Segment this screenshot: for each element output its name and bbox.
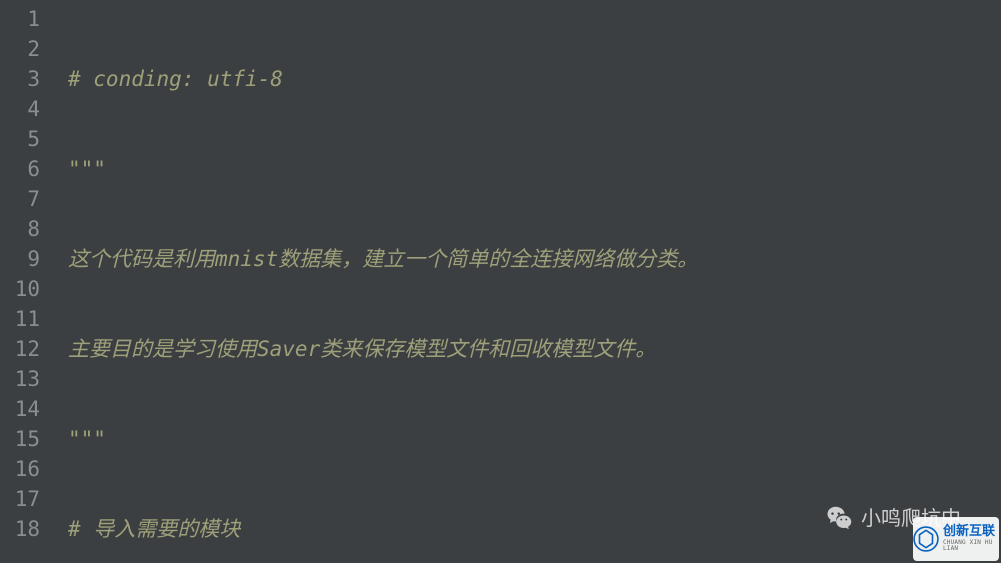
code-area[interactable]: # conding: utfi-8 """ 这个代码是利用mnist数据集，建立…: [50, 0, 1001, 563]
line-number: 7: [0, 184, 40, 214]
line-number: 3: [0, 64, 40, 94]
line-number: 14: [0, 394, 40, 424]
line-number: 5: [0, 124, 40, 154]
line-number: 10: [0, 274, 40, 304]
docstring-text: 主要目的是学习使用Saver类来保存模型文件和回收模型文件。: [68, 337, 656, 361]
line-number: 9: [0, 244, 40, 274]
line-number: 18: [0, 514, 40, 544]
line-number: 11: [0, 304, 40, 334]
line-number: 8: [0, 214, 40, 244]
docstring-text: 这个代码是利用mnist数据集，建立一个简单的全连接网络做分类。: [68, 247, 698, 271]
line-number: 15: [0, 424, 40, 454]
line-number: 6: [0, 154, 40, 184]
docstring-quote: """: [68, 427, 106, 451]
code-editor[interactable]: 1 2 3 4 5 6 7 8 9 10 11 12 13 14 15 16 1…: [0, 0, 1001, 563]
line-number: 17: [0, 484, 40, 514]
line-number: 13: [0, 364, 40, 394]
line-number: 16: [0, 454, 40, 484]
line-number: 2: [0, 34, 40, 64]
line-number: 4: [0, 94, 40, 124]
comment: # 导入需要的模块: [68, 517, 240, 541]
line-number: 12: [0, 334, 40, 364]
line-number: 1: [0, 4, 40, 34]
line-number-gutter: 1 2 3 4 5 6 7 8 9 10 11 12 13 14 15 16 1…: [0, 0, 50, 563]
comment: # conding: utfi-8: [68, 67, 283, 91]
docstring-quote: """: [68, 157, 106, 181]
